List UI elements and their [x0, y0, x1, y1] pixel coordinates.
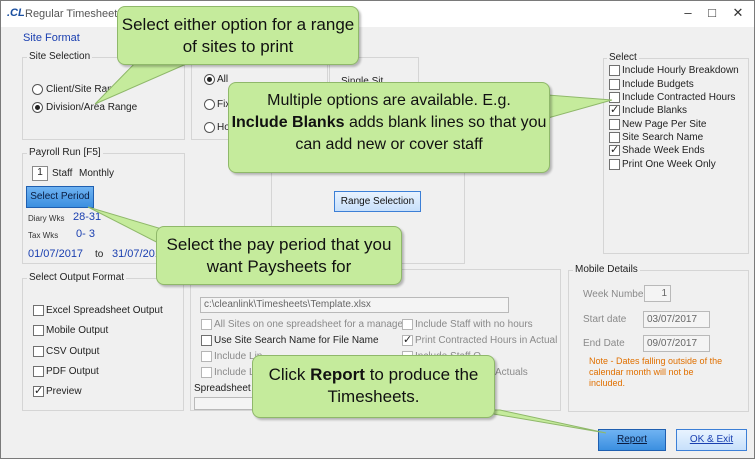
period-callout: Select the pay period that you want Pays…: [156, 226, 402, 285]
period-callout-text: Select the pay period that you want Pays…: [166, 235, 392, 276]
report-callout-bold: Report: [310, 365, 365, 384]
options-callout-tail: [547, 94, 613, 119]
options-callout-bold: Include Blanks: [231, 114, 345, 131]
options-callout-text-1: Multiple options are available. E.g.: [267, 92, 511, 109]
report-callout-text-1: Click: [268, 365, 306, 384]
options-callout: Multiple options are available. E.g. Inc…: [228, 82, 550, 173]
sites-callout: Select either option for a range of site…: [117, 6, 359, 65]
sites-callout-text: Select either option for a range of site…: [121, 15, 355, 56]
report-callout: Click Report to produce the Timesheets.: [252, 355, 495, 418]
